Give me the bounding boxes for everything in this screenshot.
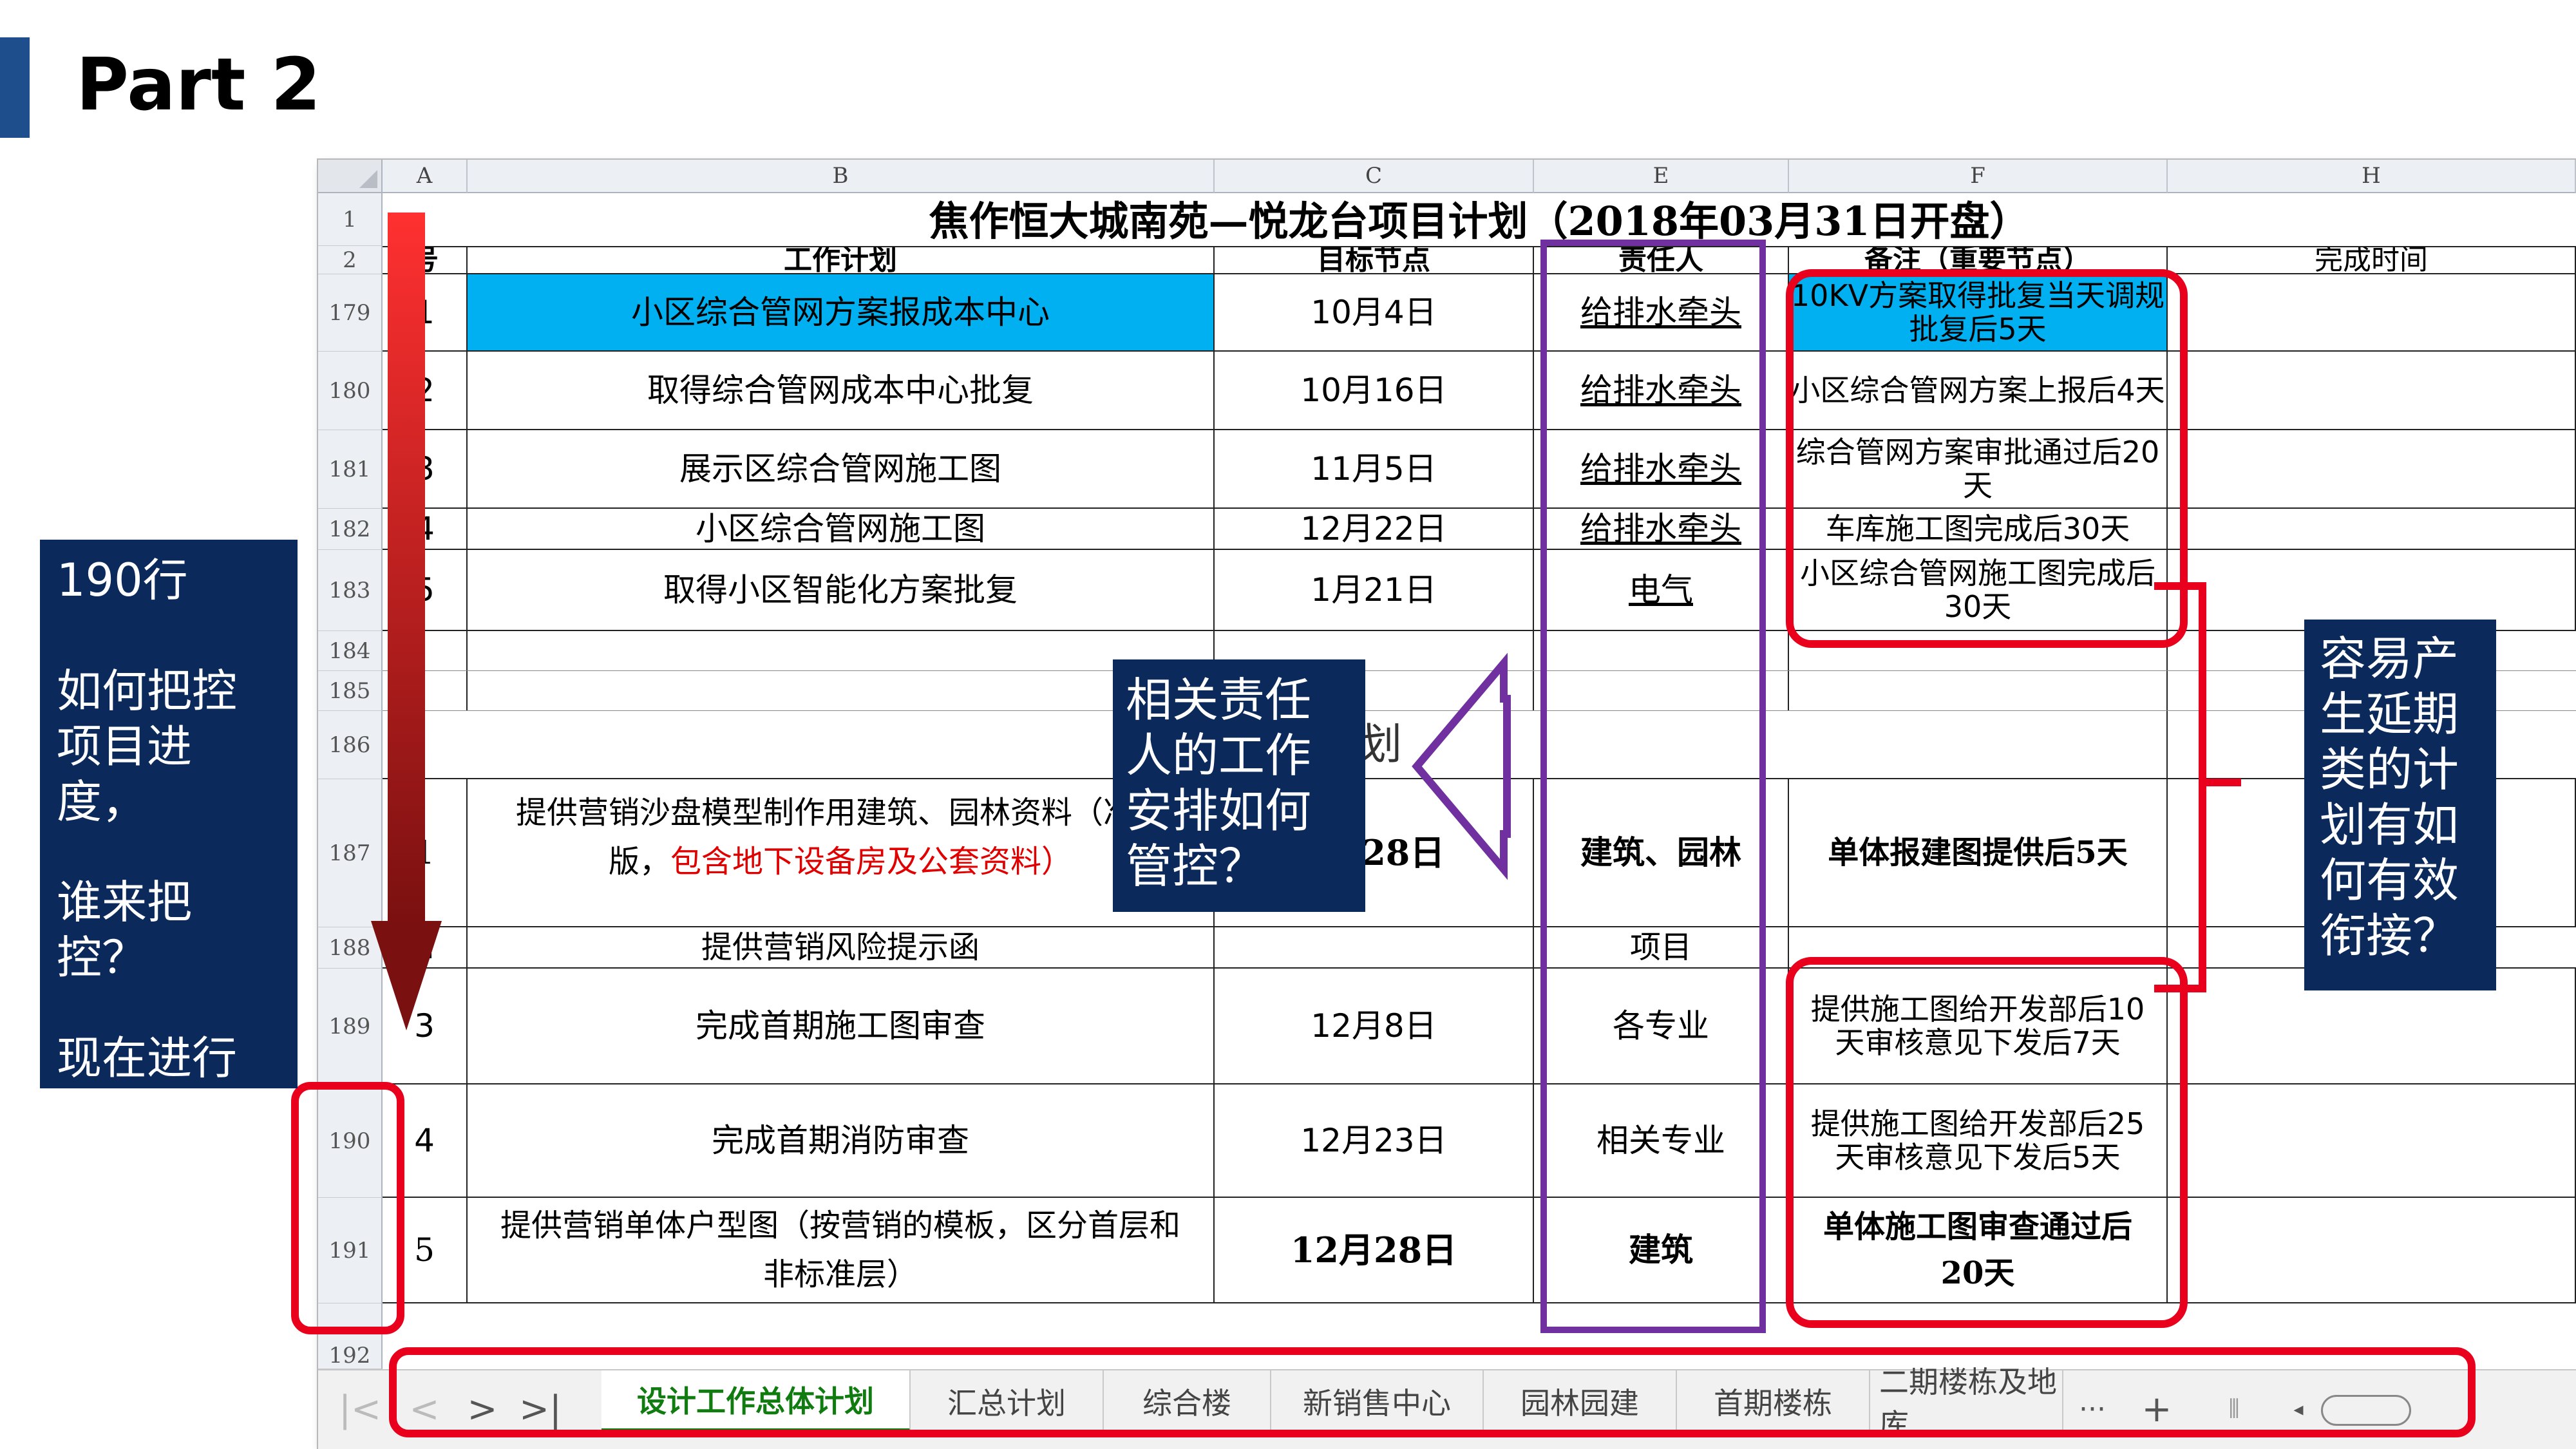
center-callout-line: 相关责任 xyxy=(1126,673,1312,727)
right-callout-line: 衔接？ xyxy=(2320,909,2459,963)
left-callout-line: 谁来把控？ xyxy=(57,876,192,984)
right-callout-line: 类的计 xyxy=(2320,743,2459,797)
tab-bar-highlight-box xyxy=(389,1347,2476,1437)
left-callout-line: 现在进行 xyxy=(57,1032,237,1084)
remark-highlight-box-top xyxy=(1786,269,2188,648)
right-callout-line: 何有效 xyxy=(2320,853,2459,907)
right-callout-line: 生延期 xyxy=(2320,687,2459,741)
right-callout-box: 容易产 生延期 类的计 划有如 何有效 衔接？ xyxy=(2304,620,2496,990)
center-callout-line: 人的工作 xyxy=(1126,728,1312,782)
center-callout-box: 相关责任 人的工作 安排如何 管控？ xyxy=(1113,659,1365,912)
left-callout-line: 190行 xyxy=(57,554,188,607)
owner-column-highlight-box xyxy=(1540,240,1766,1333)
left-callout-box: 190行 如何把控 项目进度， 谁来把控？ 现在进行 到哪里了？ xyxy=(40,540,298,1195)
left-callout-line: 如何把控 xyxy=(57,665,237,717)
right-callout-line: 容易产 xyxy=(2320,632,2459,686)
remark-highlight-box-bottom xyxy=(1786,957,2188,1328)
center-callout-line: 管控？ xyxy=(1126,839,1265,893)
left-callout-line: 到哪里了？ xyxy=(57,1087,192,1195)
right-callout-line: 划有如 xyxy=(2320,798,2459,852)
row-190-highlight-box xyxy=(291,1082,404,1334)
left-callout-line: 项目进度， xyxy=(57,720,192,828)
center-callout-line: 安排如何 xyxy=(1126,784,1312,838)
down-arrow-icon xyxy=(371,213,442,1030)
